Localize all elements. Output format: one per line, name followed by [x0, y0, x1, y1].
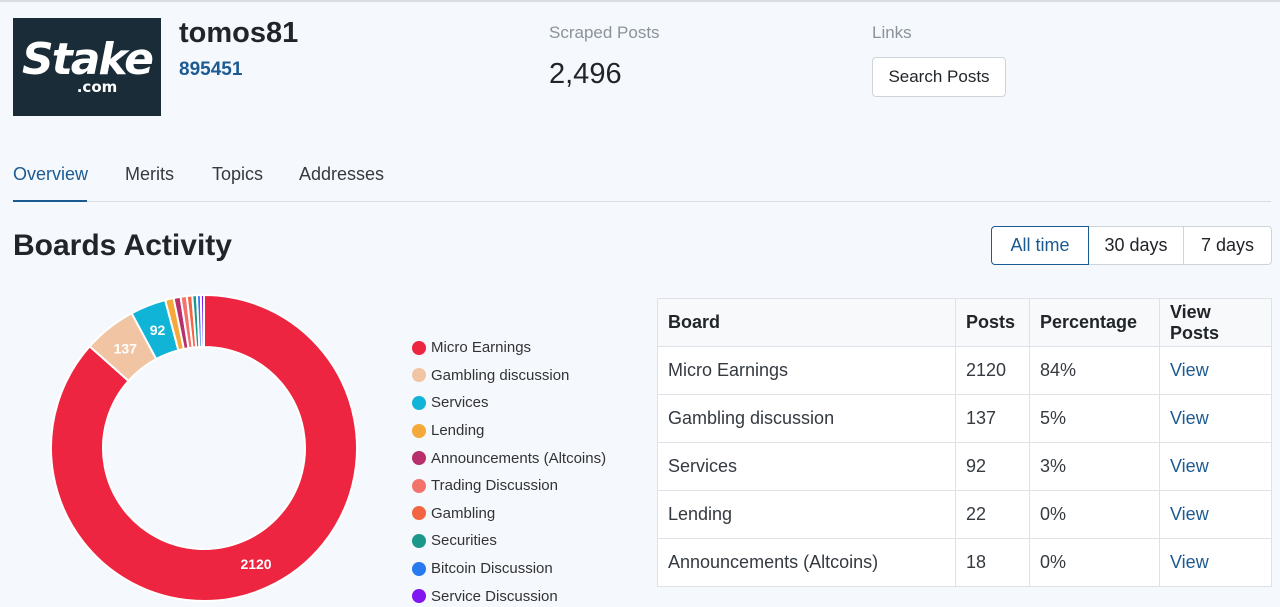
legend-label: Service Discussion	[431, 587, 558, 605]
donut-slice[interactable]	[199, 293, 205, 349]
legend-label: Announcements (Altcoins)	[431, 449, 607, 467]
view-posts-link[interactable]: View	[1159, 442, 1272, 491]
legend-label: Bitcoin Discussion	[431, 560, 553, 578]
percentage-cell: 84%	[1029, 346, 1160, 395]
slice-data-label: 92	[150, 322, 166, 338]
table-row: Announcements (Altcoins) 18 0% View	[657, 538, 1272, 587]
column-header-board[interactable]: Board	[657, 298, 956, 347]
posts-cell: 92	[955, 442, 1030, 491]
column-header-posts[interactable]: Posts	[955, 298, 1030, 347]
top-border	[0, 0, 1280, 2]
legend-label: Lending	[431, 422, 485, 440]
legend-label: Services	[431, 394, 489, 412]
board-cell: Gambling discussion	[657, 394, 956, 443]
tab-merits[interactable]: Merits	[125, 164, 174, 202]
slice-data-label: 2120	[240, 556, 271, 572]
legend-item[interactable]: Gambling discussion	[412, 362, 606, 390]
table-row: Micro Earnings 2120 84% View	[657, 346, 1272, 395]
profile-tabs: Overview Merits Topics Addresses	[13, 160, 1271, 202]
legend-swatch	[412, 506, 426, 521]
column-header-percentage[interactable]: Percentage	[1029, 298, 1160, 347]
logo-suffix: .com	[76, 78, 118, 96]
legend-swatch	[412, 533, 426, 548]
search-posts-button[interactable]: Search Posts	[872, 57, 1006, 97]
legend-item[interactable]: Gambling	[412, 500, 606, 528]
legend-swatch	[412, 589, 426, 604]
legend-item[interactable]: Announcements (Altcoins)	[412, 444, 606, 472]
stake-logo: Stake .com	[13, 18, 161, 116]
tab-topics[interactable]: Topics	[212, 164, 263, 202]
legend-item[interactable]: Securities	[412, 527, 606, 555]
posts-cell: 137	[955, 394, 1030, 443]
table-row: Gambling discussion 137 5% View	[657, 394, 1272, 443]
range-all-time-button[interactable]: All time	[991, 226, 1089, 265]
view-posts-link[interactable]: View	[1159, 346, 1272, 395]
board-cell: Micro Earnings	[657, 346, 956, 395]
table-row: Services 92 3% View	[657, 442, 1272, 491]
percentage-cell: 3%	[1029, 442, 1160, 491]
time-range-selector: All time 30 days 7 days	[991, 226, 1272, 265]
logo-word: Stake	[22, 34, 154, 85]
tab-overview[interactable]: Overview	[13, 164, 88, 202]
table-row: Lending 22 0% View	[657, 490, 1272, 539]
range-30-days-button[interactable]: 30 days	[1088, 226, 1184, 265]
posts-cell: 18	[955, 538, 1030, 587]
legend-item[interactable]: Trading Discussion	[412, 472, 606, 500]
boards-table: Board Posts Percentage View Posts Micro …	[657, 298, 1272, 587]
tab-addresses[interactable]: Addresses	[299, 164, 384, 202]
percentage-cell: 0%	[1029, 490, 1160, 539]
board-cell: Announcements (Altcoins)	[657, 538, 956, 587]
legend-label: Gambling discussion	[431, 366, 570, 384]
legend-swatch	[412, 340, 426, 355]
legend-label: Securities	[431, 532, 497, 550]
legend-label: Trading Discussion	[431, 477, 558, 495]
legend-swatch	[412, 423, 426, 438]
percentage-cell: 0%	[1029, 538, 1160, 587]
scraped-posts-value: 2,496	[549, 58, 622, 90]
links-label: Links	[872, 23, 912, 42]
boards-donut-chart: 2120 137 92	[50, 293, 358, 602]
table-header-row: Board Posts Percentage View Posts	[657, 298, 1272, 347]
user-id-link[interactable]: 895451	[179, 59, 242, 81]
board-cell: Lending	[657, 490, 956, 539]
legend-swatch	[412, 395, 426, 410]
legend-swatch	[412, 451, 426, 466]
legend-label: Micro Earnings	[431, 339, 532, 357]
board-cell: Services	[657, 442, 956, 491]
legend-item[interactable]: Service Discussion	[412, 582, 606, 607]
legend-item[interactable]: Lending	[412, 417, 606, 445]
legend-item[interactable]: Micro Earnings	[412, 334, 606, 362]
posts-cell: 2120	[955, 346, 1030, 395]
chart-legend: Micro Earnings Gambling discussion Service…	[412, 334, 606, 607]
legend-item[interactable]: Bitcoin Discussion	[412, 555, 606, 583]
page-title: Boards Activity	[13, 229, 232, 262]
view-posts-link[interactable]: View	[1159, 490, 1272, 539]
percentage-cell: 5%	[1029, 394, 1160, 443]
legend-swatch	[412, 478, 426, 493]
column-header-view-posts: View Posts	[1159, 298, 1272, 347]
scraped-posts-label: Scraped Posts	[549, 23, 660, 42]
legend-swatch	[412, 561, 426, 576]
slice-data-label: 137	[114, 340, 138, 356]
view-posts-link[interactable]: View	[1159, 394, 1272, 443]
legend-item[interactable]: Services	[412, 389, 606, 417]
posts-cell: 22	[955, 490, 1030, 539]
username: tomos81	[179, 17, 299, 49]
range-7-days-button[interactable]: 7 days	[1183, 226, 1272, 265]
view-posts-link[interactable]: View	[1159, 538, 1272, 587]
legend-label: Gambling	[431, 504, 496, 522]
legend-swatch	[412, 368, 426, 383]
